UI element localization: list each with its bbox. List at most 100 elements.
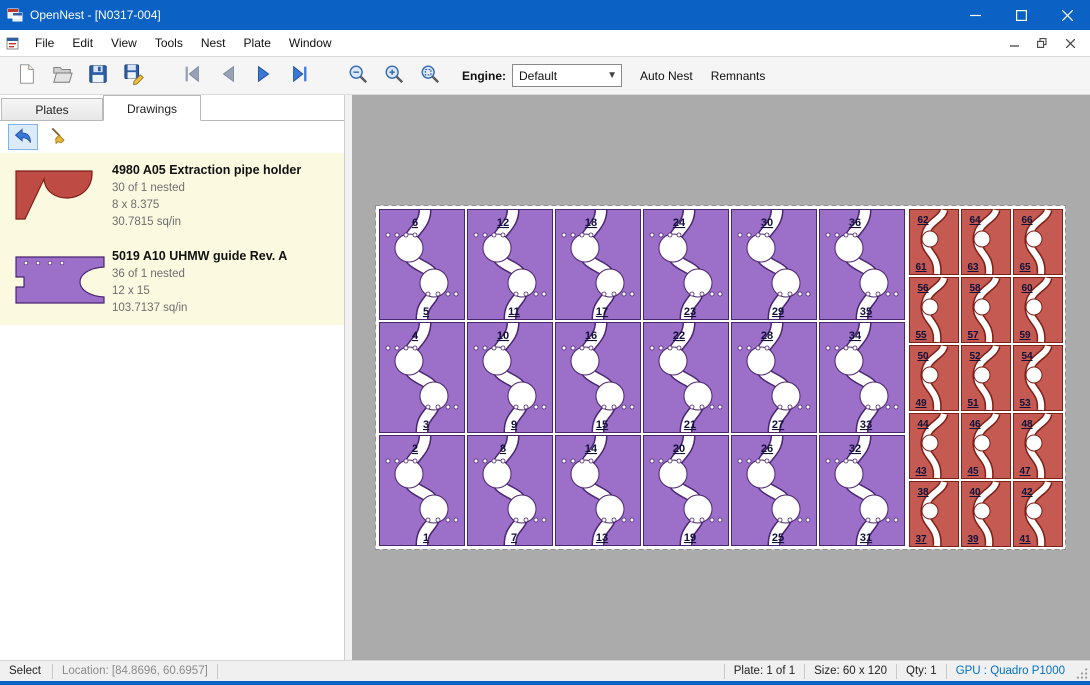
bolt-hole xyxy=(894,292,898,296)
red-part-pair[interactable]: 5453 xyxy=(1014,346,1063,411)
bolt-hole xyxy=(853,233,857,237)
part-list-item-uhmw-guide[interactable]: 5019 A10 UHMW guide Rev. A 36 of 1 neste… xyxy=(0,239,344,325)
purple-part-pair[interactable]: 43 xyxy=(380,323,465,433)
bolt-hole xyxy=(677,233,681,237)
part-number-label: 40 xyxy=(969,487,981,498)
purple-part-pair[interactable]: 21 xyxy=(380,436,465,546)
red-part-pair[interactable]: 6463 xyxy=(962,210,1011,275)
purple-part-pair[interactable]: 1817 xyxy=(556,210,641,320)
red-part-pair[interactable]: 56 55 xyxy=(910,278,959,343)
zoom-in-button[interactable] xyxy=(376,60,412,92)
bolt-hole xyxy=(894,518,898,522)
app-window: OpenNest - [N0317-004] File Edit View xyxy=(0,0,1090,685)
menu-tools[interactable]: Tools xyxy=(146,30,192,57)
red-part-pair[interactable]: 4443 xyxy=(910,414,959,479)
nav-next-button[interactable] xyxy=(246,60,282,92)
purple-part-pair[interactable]: 65 xyxy=(380,210,465,320)
menu-view[interactable]: View xyxy=(102,30,146,57)
nest-drawing[interactable]: 6512111817242330293635431091615222128273… xyxy=(352,95,1090,660)
import-drawing-button[interactable] xyxy=(8,124,38,150)
nav-prev-button[interactable] xyxy=(210,60,246,92)
nav-last-button[interactable] xyxy=(282,60,318,92)
nest-canvas[interactable]: 6512111817242330293635431091615222128273… xyxy=(352,95,1090,660)
nav-first-button[interactable] xyxy=(174,60,210,92)
tab-drawings[interactable]: Drawings xyxy=(103,95,201,121)
close-icon[interactable] xyxy=(1044,0,1090,30)
part-number-label: 56 xyxy=(917,283,929,294)
menu-file[interactable]: File xyxy=(26,30,63,57)
bolt-hole xyxy=(534,292,538,296)
menu-window[interactable]: Window xyxy=(280,30,341,57)
bolt-hole xyxy=(413,233,417,237)
purple-part-pair[interactable]: 1615 xyxy=(556,323,641,433)
red-part-pair[interactable]: 3837 xyxy=(910,482,959,547)
purple-part-pair[interactable]: 1413 xyxy=(556,436,641,546)
new-button[interactable] xyxy=(8,60,44,92)
resize-grip-icon[interactable] xyxy=(1074,661,1090,682)
part-number-label: 7 xyxy=(511,532,517,544)
purple-part-pair[interactable]: 2625 xyxy=(732,436,817,546)
maximize-icon[interactable] xyxy=(998,0,1044,30)
tab-plates[interactable]: Plates xyxy=(1,98,103,120)
purple-part-pair[interactable]: 87 xyxy=(468,436,553,546)
part-number-label: 43 xyxy=(915,466,927,477)
menu-plate[interactable]: Plate xyxy=(235,30,280,57)
bolt-hole xyxy=(413,459,417,463)
part-number-label: 5 xyxy=(423,306,429,318)
zoom-fit-button[interactable] xyxy=(412,60,448,92)
red-part-pair[interactable]: 5251 xyxy=(962,346,1011,411)
auto-nest-button[interactable]: Auto Nest xyxy=(640,69,693,83)
purple-part-pair[interactable]: 1211 xyxy=(468,210,553,320)
part-number-label: 14 xyxy=(585,443,598,455)
bolt-hole xyxy=(765,346,769,350)
bolt-hole xyxy=(747,233,751,237)
bolt-hole xyxy=(826,459,830,463)
red-part-pair[interactable]: 6665 xyxy=(1014,210,1063,275)
mdi-minimize-icon[interactable] xyxy=(1002,33,1026,53)
red-part-pair[interactable]: 6059 xyxy=(1014,278,1063,343)
remnants-button[interactable]: Remnants xyxy=(711,69,766,83)
zoom-out-button[interactable] xyxy=(340,60,376,92)
red-part-pair[interactable]: 5049 xyxy=(910,346,959,411)
red-part-pair[interactable]: 5857 xyxy=(962,278,1011,343)
purple-part-pair[interactable]: 3433 xyxy=(820,323,905,433)
purple-part-pair[interactable]: 2827 xyxy=(732,323,817,433)
bolt-hole xyxy=(524,518,528,522)
part-number-label: 25 xyxy=(772,532,784,544)
bolt-hole xyxy=(454,292,458,296)
red-part-pair[interactable]: 6261 xyxy=(910,210,959,275)
purple-part-pair[interactable]: 3231 xyxy=(820,436,905,546)
bolt-hole xyxy=(562,346,566,350)
mdi-close-icon[interactable] xyxy=(1058,33,1082,53)
menu-nest[interactable]: Nest xyxy=(192,30,235,57)
bolt-hole xyxy=(756,233,760,237)
part-number-label: 55 xyxy=(915,330,927,341)
window-title: OpenNest - [N0317-004] xyxy=(30,8,161,22)
clean-drawings-button[interactable] xyxy=(44,124,74,150)
bolt-hole xyxy=(650,459,654,463)
save-as-button[interactable] xyxy=(116,60,152,92)
red-part-pair[interactable]: 4847 xyxy=(1014,414,1063,479)
purple-part-pair[interactable]: 2221 xyxy=(644,323,729,433)
part-number-label: 4 xyxy=(412,330,419,342)
minimize-icon[interactable] xyxy=(952,0,998,30)
purple-part-pair[interactable]: 3635 xyxy=(820,210,905,320)
panel-splitter[interactable] xyxy=(345,95,352,660)
purple-part-pair[interactable]: 3029 xyxy=(732,210,817,320)
red-part-pair[interactable]: 4039 xyxy=(962,482,1011,547)
purple-part-pair[interactable]: 109 xyxy=(468,323,553,433)
bolt-hole xyxy=(894,405,898,409)
engine-select[interactable]: Default ▼ xyxy=(512,64,622,87)
part-list-item-extraction-pipe-holder[interactable]: 4980 A05 Extraction pipe holder 30 of 1 … xyxy=(0,153,344,239)
save-button[interactable] xyxy=(80,60,116,92)
bolt-hole xyxy=(386,346,390,350)
red-part-pair[interactable]: 4645 xyxy=(962,414,1011,479)
open-button[interactable] xyxy=(44,60,80,92)
red-part-pair[interactable]: 4241 xyxy=(1014,482,1063,547)
bolt-hole xyxy=(886,292,890,296)
bolt-hole xyxy=(798,518,802,522)
menu-edit[interactable]: Edit xyxy=(63,30,102,57)
purple-part-pair[interactable]: 2423 xyxy=(644,210,729,320)
mdi-restore-icon[interactable] xyxy=(1030,33,1054,53)
purple-part-pair[interactable]: 2019 xyxy=(644,436,729,546)
